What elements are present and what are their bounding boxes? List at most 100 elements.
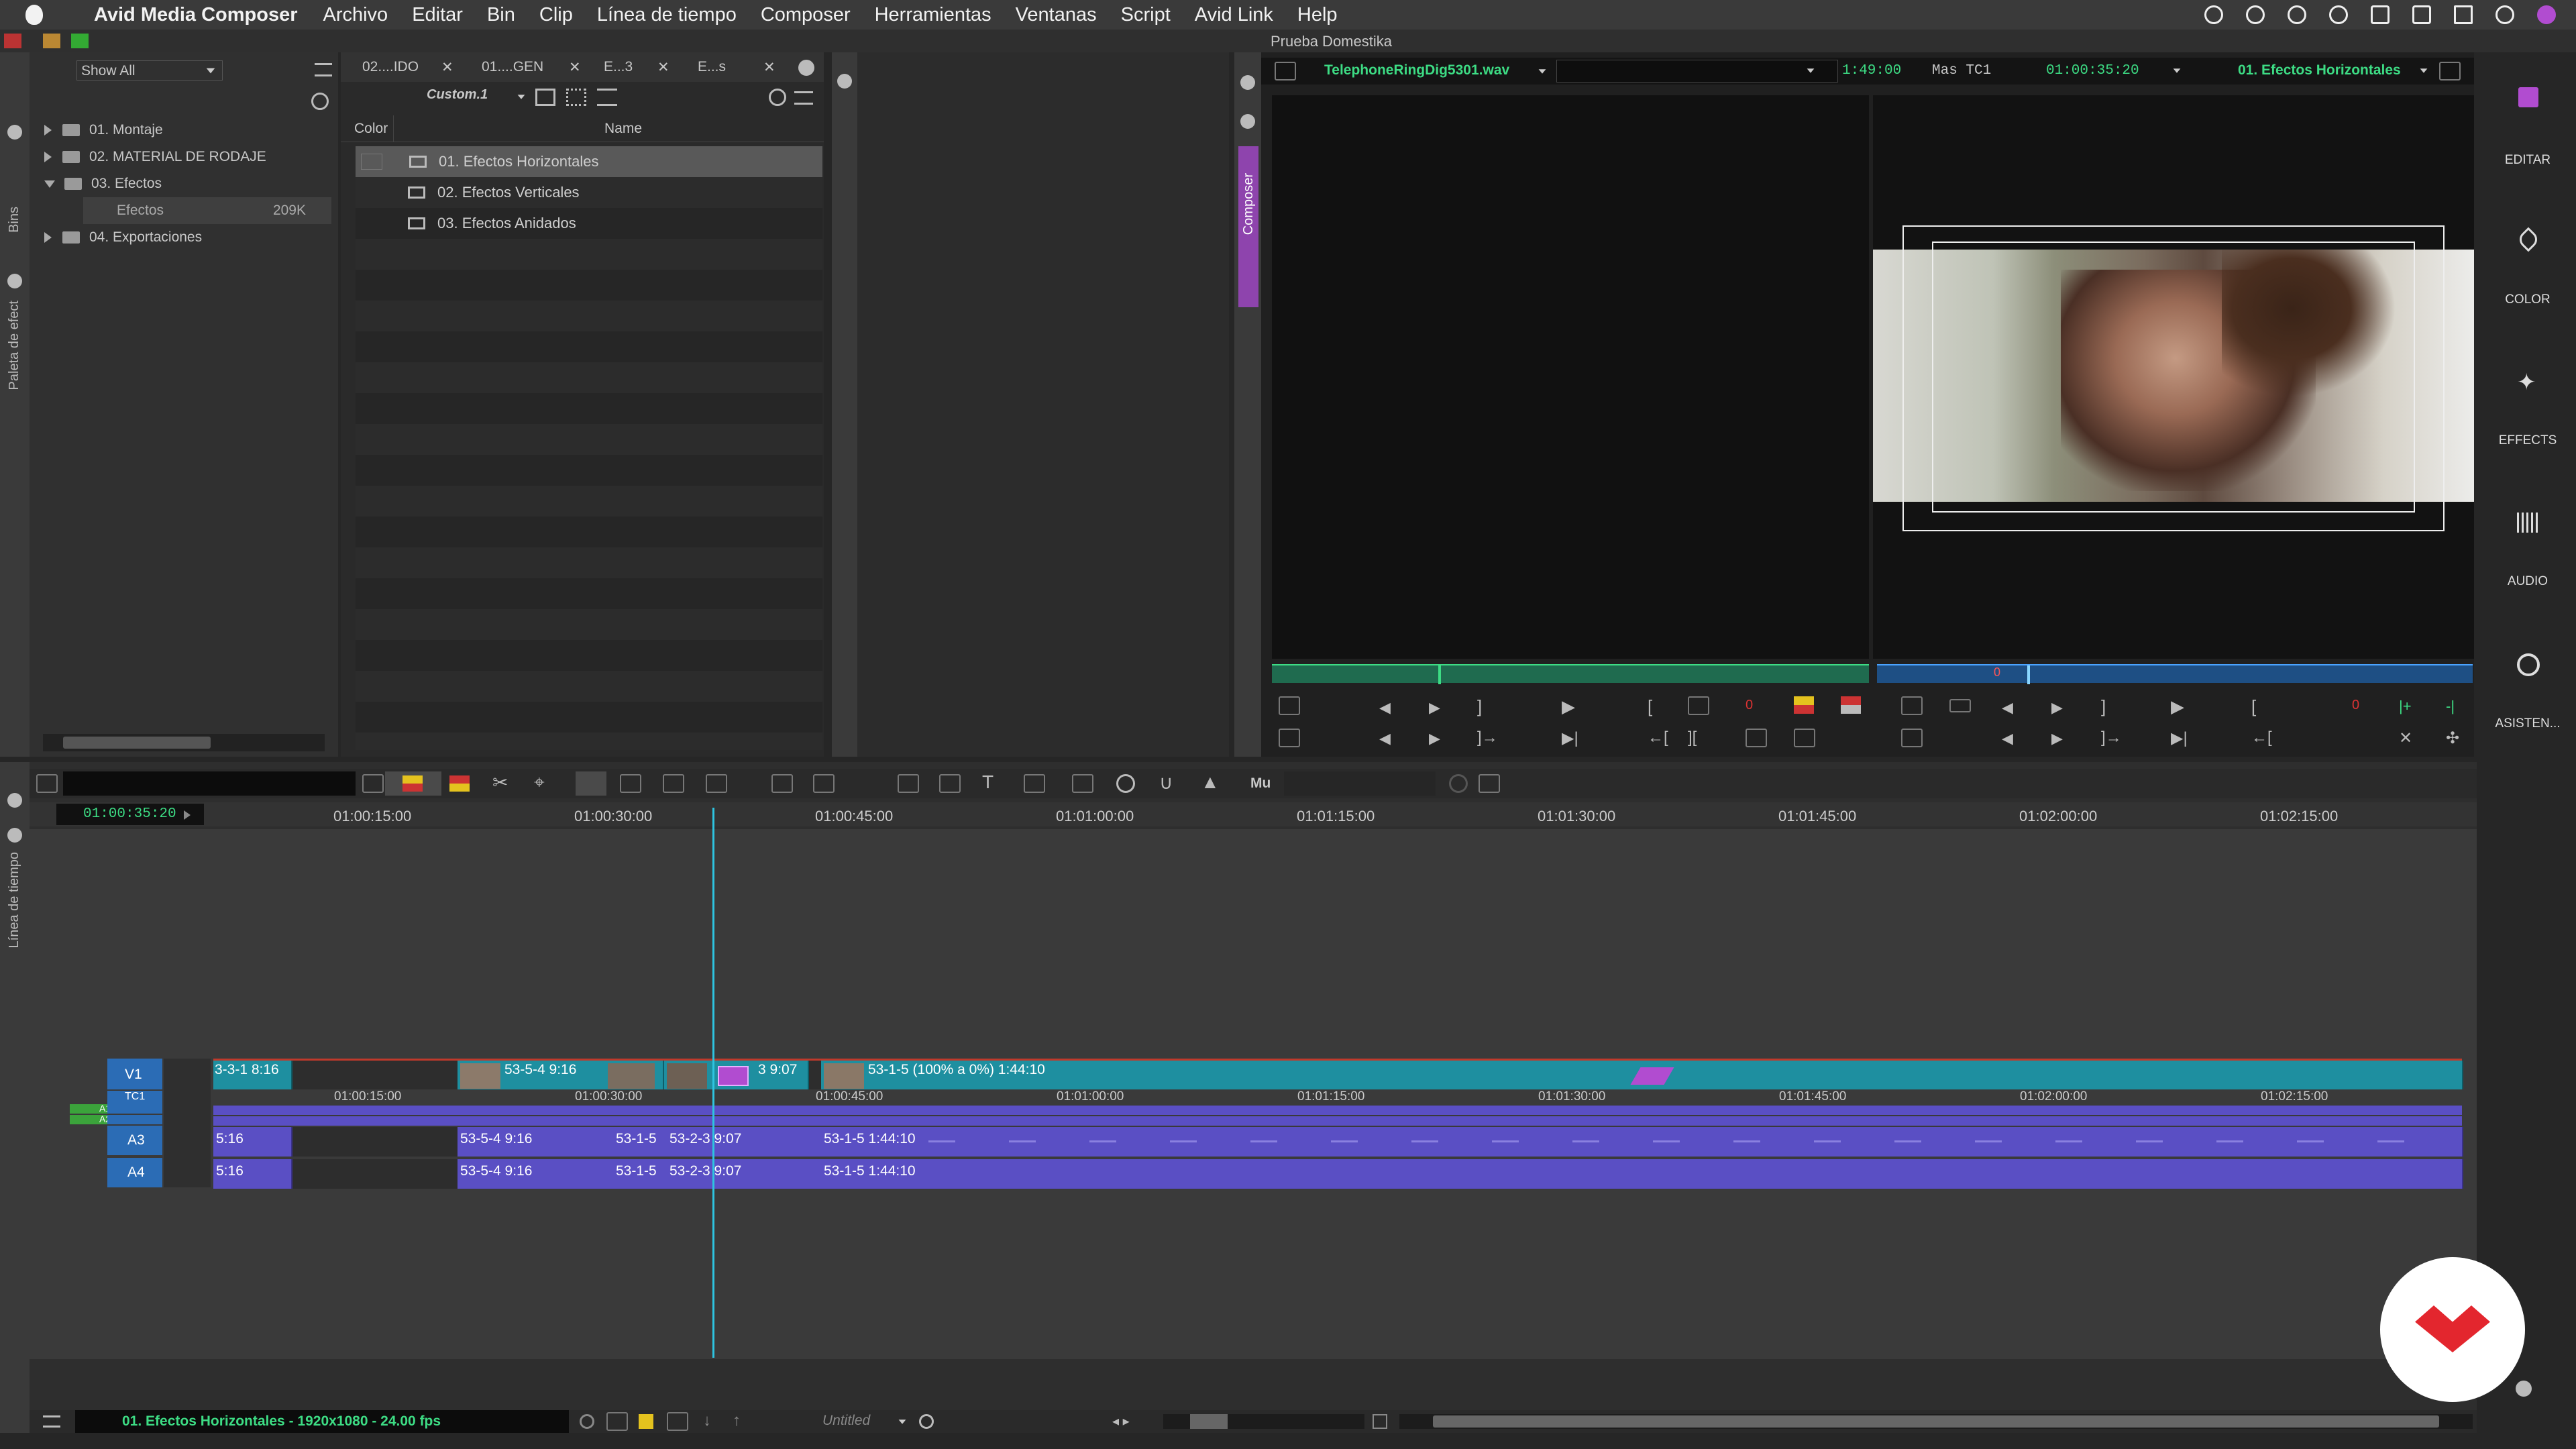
rewind-button[interactable]: ◀ [1379, 730, 1391, 747]
clear-mark-icon[interactable]: 0 [1746, 698, 1753, 713]
track-a3-header[interactable]: A3 [107, 1126, 162, 1155]
timeline-clip[interactable]: 5:16 [213, 1159, 292, 1189]
down-arrow-icon[interactable]: ↓ [703, 1411, 711, 1430]
clear-both-marks-button[interactable]: ][ [1688, 729, 1697, 747]
record-step-forward-button[interactable]: ▶ [2051, 699, 2063, 716]
scrollbar-thumb[interactable] [1433, 1415, 2439, 1428]
timeline-clip[interactable]: 53-1-5 [613, 1159, 668, 1189]
bin-view-select[interactable]: Custom.1 [427, 87, 488, 103]
record-mark-out-button[interactable]: ] [2101, 696, 2106, 717]
zoom-slider[interactable] [1163, 1414, 1364, 1429]
maximize-window-icon[interactable] [71, 34, 89, 48]
record-rewind-button[interactable]: ◀ [2002, 730, 2013, 747]
record-play-button[interactable]: ▶ [2171, 696, 2184, 717]
record-position-indicator[interactable] [2027, 665, 2030, 684]
menu-clip[interactable]: Clip [539, 4, 573, 26]
tree-item[interactable]: 02. MATERIAL DE RODAJE [30, 144, 338, 170]
menu-ventanas[interactable]: Ventanas [1016, 4, 1097, 26]
record-track-select[interactable]: Mas TC1 [1932, 63, 1991, 78]
record-clip-menu-button[interactable] [1901, 696, 1923, 715]
toolbar-menu-button[interactable] [1479, 774, 1500, 793]
audio-mixer-button[interactable] [898, 774, 919, 793]
focus-button[interactable] [813, 774, 835, 793]
source-position-indicator[interactable] [1438, 665, 1441, 684]
go-to-out-button[interactable]: ]→ [1477, 729, 1498, 747]
composer-close-icon[interactable] [1240, 114, 1255, 129]
track-lock-column[interactable] [164, 1059, 211, 1187]
timeline-ruler[interactable]: 01:00:15:00 01:00:30:00 01:00:45:00 01:0… [211, 804, 2477, 826]
search-icon[interactable] [769, 89, 786, 106]
script-view-icon[interactable] [566, 89, 586, 106]
record-match-frame-button[interactable] [1901, 729, 1923, 747]
match-frame-button[interactable] [1279, 729, 1300, 747]
menu-editar[interactable]: Editar [412, 4, 463, 26]
track-a1[interactable] [213, 1106, 2462, 1115]
menu-composer[interactable]: Composer [761, 4, 851, 26]
sync-lock-icon[interactable] [606, 1412, 628, 1431]
timeline-close-icon[interactable] [7, 828, 22, 843]
tree-item[interactable]: 01. Montaje [30, 117, 338, 144]
cut-icon[interactable]: ✂ [492, 771, 508, 794]
record-go-to-out-button[interactable]: ]→ [2101, 729, 2122, 747]
menu-script[interactable]: Script [1121, 4, 1171, 26]
record-position-bar[interactable]: 0 [1877, 664, 2473, 684]
play-button[interactable]: ▶ [1562, 696, 1575, 717]
close-window-icon[interactable] [4, 34, 21, 48]
bin-tab[interactable]: E...s ✕ [690, 59, 784, 75]
bin-tab[interactable]: 01....GEN ✕ [468, 59, 596, 75]
audio-gain-button-2[interactable]: -| [2446, 698, 2455, 715]
chevron-down-icon[interactable] [898, 1419, 906, 1424]
search-icon[interactable] [919, 1414, 934, 1429]
keyframe-icon[interactable]: ▲ [1201, 771, 1220, 793]
remove-effect-icon[interactable] [1116, 774, 1135, 793]
color-indicator-icon[interactable] [639, 1414, 653, 1429]
trim-mode-button[interactable]: ✕ [2399, 729, 2412, 748]
close-tab-icon[interactable]: ✕ [763, 59, 775, 76]
menu-avid-link[interactable]: Avid Link [1195, 4, 1273, 26]
bin-row[interactable]: 02. Efectos Verticales [356, 177, 822, 208]
dupe-detection-icon[interactable] [667, 1412, 688, 1431]
timeline-view-button[interactable] [362, 774, 384, 793]
up-arrow-icon[interactable]: ↑ [733, 1411, 741, 1430]
bin-row-selected[interactable]: 01. Efectos Horizontales [356, 146, 822, 177]
lift-overwrite-button[interactable] [620, 774, 641, 793]
siri-icon[interactable] [2537, 5, 2556, 24]
track-a4[interactable]: 5:16 53-5-4 9:16 53-1-5 53-2-3 9:07 53-1… [213, 1159, 2463, 1189]
track-monitor-icon[interactable] [580, 1414, 594, 1429]
record-status-icon[interactable] [2204, 5, 2223, 24]
bin-menu-icon[interactable] [794, 91, 813, 105]
effect-icon[interactable] [718, 1066, 749, 1086]
bins-close-icon[interactable] [7, 125, 22, 140]
menu-bin[interactable]: Bin [487, 4, 515, 26]
next-edit-button[interactable]: ▶| [1562, 729, 1578, 748]
timeline-clip[interactable]: 53-5-4 9:16 [458, 1159, 614, 1189]
timeline-clip[interactable]: 3 9:07 [664, 1061, 809, 1089]
workspace-editar[interactable]: EDITAR [2479, 52, 2576, 193]
multicam-label[interactable]: Mu [1250, 775, 1271, 792]
mark-out-button[interactable]: ] [1477, 696, 1482, 717]
track-a2-header[interactable] [107, 1115, 162, 1124]
title-tool-icon[interactable]: T [982, 771, 994, 793]
apple-icon[interactable] [25, 5, 43, 25]
airplay-icon[interactable] [2454, 5, 2473, 24]
source-clip-menu-button[interactable] [1279, 696, 1300, 715]
multicam-button[interactable]: ✣ [2446, 729, 2459, 748]
menu-help[interactable]: Help [1297, 4, 1338, 26]
menu-archivo[interactable]: Archivo [323, 4, 388, 26]
step-back-button[interactable]: ◀ [1379, 699, 1391, 716]
record-fast-forward-button[interactable]: ▶ [2051, 730, 2063, 747]
timeline-clip[interactable]: 53-2-3 9:07 [667, 1159, 822, 1189]
step-forward-button[interactable]: ▶ [1429, 699, 1440, 716]
timeline-menu-icon[interactable] [7, 793, 22, 808]
track-tc1-header[interactable]: TC1 [107, 1091, 162, 1106]
audio-speaker-icon[interactable] [36, 774, 58, 793]
audio-gain-button[interactable]: |+ [2399, 698, 2412, 715]
menu-linea-de-tiempo[interactable]: Línea de tiempo [597, 4, 737, 26]
source-position-bar[interactable] [1272, 664, 1869, 684]
chevron-right-icon[interactable] [44, 125, 52, 136]
timeline-horizontal-scrollbar[interactable] [1399, 1414, 2473, 1429]
overwrite-button[interactable] [1841, 696, 1861, 714]
chevron-down-icon[interactable] [517, 95, 525, 99]
spotlight-search-icon[interactable] [2496, 5, 2514, 24]
toggle-source-record-button[interactable] [1949, 699, 1971, 712]
